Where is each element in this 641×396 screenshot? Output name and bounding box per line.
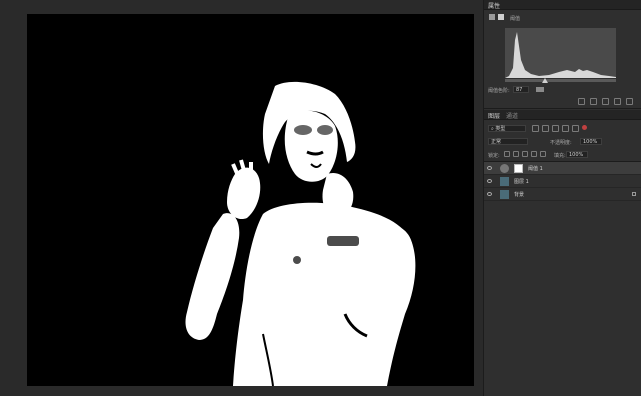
fill-label: 填充: [554, 153, 566, 159]
layer-row-layer1[interactable]: 图层 1 [484, 175, 641, 188]
tab-channels[interactable]: 通道 [506, 111, 518, 120]
lock-artboard-icon[interactable] [531, 151, 537, 157]
eyedropper-icon[interactable] [536, 87, 544, 92]
reset-icon[interactable] [602, 98, 609, 105]
layer-row-threshold[interactable]: 阈值 1 [484, 162, 641, 175]
threshold-level-input[interactable]: 87 [513, 86, 529, 93]
layer-thumb [500, 190, 509, 199]
document-canvas[interactable] [27, 14, 474, 386]
threshold-slider-thumb[interactable] [542, 78, 548, 83]
view-previous-icon[interactable] [590, 98, 597, 105]
filter-kind-value: 类型 [495, 126, 506, 132]
panel-divider [484, 108, 641, 109]
visibility-icon[interactable] [614, 98, 621, 105]
filter-adjustment-icon[interactable] [542, 125, 549, 132]
properties-tabbar: 属性 [484, 0, 641, 10]
layer-name: 背景 [514, 192, 525, 198]
layer-thumb [500, 177, 509, 186]
right-panel: 属性 阈值 阈值色阶: 87 图层 通道 ⌕ 类型 正常 不透明度: 100% … [483, 0, 641, 396]
layer-name: 阈值 1 [528, 166, 543, 172]
filter-shape-icon[interactable] [562, 125, 569, 132]
adjustment-icon [489, 14, 495, 20]
fill-input[interactable]: 100% [566, 151, 588, 158]
layer-row-background[interactable]: 背景 [484, 188, 641, 201]
threshold-level-label: 阈值色阶: [488, 88, 510, 94]
clip-to-layer-icon[interactable] [578, 98, 585, 105]
eye-icon[interactable] [487, 179, 492, 183]
canvas-area [0, 0, 483, 396]
eye-icon[interactable] [487, 166, 492, 170]
lock-all-icon[interactable] [540, 151, 546, 157]
properties-tab[interactable]: 属性 [488, 1, 500, 10]
mask-icon[interactable] [498, 14, 504, 20]
filter-toggle-icon[interactable] [582, 125, 587, 130]
threshold-image [185, 81, 416, 386]
adjustment-layer-icon [500, 164, 509, 173]
lock-position-icon[interactable] [522, 151, 528, 157]
lock-icon [632, 192, 636, 196]
layers-tabbar: 图层 通道 [484, 110, 641, 120]
filter-smart-object-icon[interactable] [572, 125, 579, 132]
eye-icon[interactable] [487, 192, 492, 196]
lock-image-icon[interactable] [513, 151, 519, 157]
filter-type-icon[interactable] [552, 125, 559, 132]
filter-pixel-icon[interactable] [532, 125, 539, 132]
lock-transparent-icon[interactable] [504, 151, 510, 157]
tab-layers[interactable]: 图层 [488, 111, 500, 120]
opacity-label: 不透明度: [550, 140, 572, 146]
layer-filter-select[interactable]: ⌕ 类型 [488, 125, 526, 132]
histogram [505, 28, 616, 78]
layer-mask-thumb[interactable] [514, 164, 523, 173]
threshold-section-label: 阈值 [510, 16, 521, 22]
layer-name: 图层 1 [514, 179, 529, 185]
blend-mode-select[interactable]: 正常 [488, 138, 528, 145]
delete-icon[interactable] [626, 98, 633, 105]
lock-label: 锁定: [488, 153, 500, 159]
opacity-input[interactable]: 100% [580, 138, 602, 145]
histogram-gradient [505, 79, 616, 82]
